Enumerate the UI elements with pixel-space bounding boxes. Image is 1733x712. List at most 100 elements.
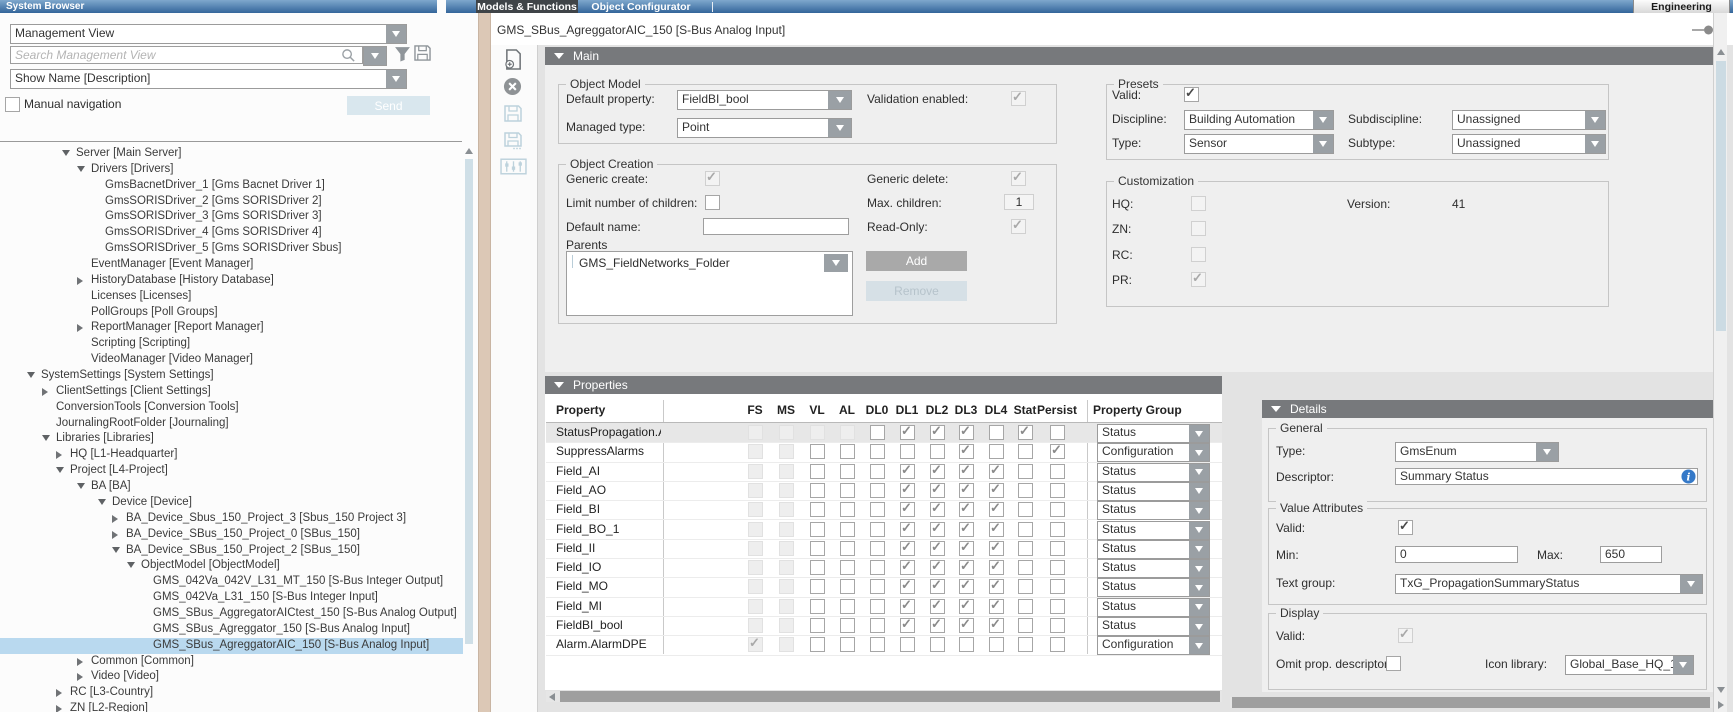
flag-checkbox-dl1[interactable] <box>900 560 915 575</box>
flag-checkbox-dl3[interactable] <box>959 541 974 556</box>
flag-checkbox-dl4[interactable] <box>989 560 1004 575</box>
tab-engineering[interactable]: Engineering <box>1633 0 1730 13</box>
expand-arrow-icon[interactable] <box>56 705 62 712</box>
flag-checkbox-stat[interactable] <box>1018 444 1033 459</box>
default-property-dropdown[interactable]: FieldBI_bool <box>677 90 852 110</box>
flag-checkbox-dl1[interactable] <box>900 637 915 652</box>
flag-checkbox-dl1[interactable] <box>900 464 915 479</box>
chevron-down-icon[interactable] <box>1313 135 1333 153</box>
omit-descriptor-checkbox[interactable] <box>1386 656 1401 671</box>
tree-item[interactable]: GmsBacnetDriver_1 [Gms Bacnet Driver 1] <box>0 178 463 194</box>
max-input[interactable]: 650 <box>1600 546 1662 563</box>
section-properties-header[interactable]: Properties <box>545 376 1222 394</box>
flag-checkbox-dl1[interactable] <box>900 502 915 517</box>
chevron-down-icon[interactable] <box>1189 560 1209 577</box>
tree-item[interactable]: Server [Main Server] <box>0 146 463 162</box>
flag-checkbox-dl2[interactable] <box>930 560 945 575</box>
type-dropdown[interactable]: Sensor <box>1184 134 1334 154</box>
tree-item[interactable]: BA_Device_Sbus_150_Project_3 [Sbus_150 P… <box>0 511 463 527</box>
flag-checkbox-persist[interactable] <box>1050 502 1065 517</box>
flag-checkbox-dl3[interactable] <box>959 560 974 575</box>
tree-item[interactable]: ZN [L2-Region] <box>0 701 463 712</box>
flag-checkbox-stat[interactable] <box>1018 579 1033 594</box>
chevron-down-icon[interactable] <box>386 25 406 43</box>
flag-checkbox-dl3[interactable] <box>959 425 974 440</box>
flag-checkbox-al[interactable] <box>840 522 855 537</box>
manual-navigation-checkbox[interactable] <box>5 97 20 112</box>
tree-item[interactable]: BA_Device_SBus_150_Project_0 [SBus_150] <box>0 527 463 543</box>
expand-arrow-icon[interactable] <box>77 277 83 285</box>
tree-item[interactable]: GMS_042Va_042V_L31_MT_150 [S-Bus Integer… <box>0 574 463 590</box>
section-details-header[interactable]: Details <box>1262 400 1713 418</box>
collapse-arrow-icon[interactable] <box>1271 406 1281 412</box>
chevron-down-icon[interactable] <box>1189 483 1209 500</box>
display-format-dropdown[interactable]: Show Name [Description] <box>10 69 407 89</box>
add-button[interactable]: Add <box>866 251 967 271</box>
flag-checkbox-stat[interactable] <box>1018 541 1033 556</box>
flag-checkbox-stat[interactable] <box>1018 599 1033 614</box>
expand-arrow-icon[interactable] <box>42 388 48 396</box>
flag-checkbox-dl2[interactable] <box>930 599 945 614</box>
expand-arrow-icon[interactable] <box>77 673 83 681</box>
flag-checkbox-al[interactable] <box>840 599 855 614</box>
flag-checkbox-vl[interactable] <box>810 618 825 633</box>
tree-item[interactable]: Licenses [Licenses] <box>0 289 463 305</box>
save-as-icon[interactable] <box>504 132 522 150</box>
flag-checkbox-al[interactable] <box>840 579 855 594</box>
flag-checkbox-persist[interactable] <box>1050 599 1065 614</box>
section-main-header[interactable]: Main <box>545 47 1713 65</box>
tree-item[interactable]: GMS_SBus_Agreggator_150 [S-Bus Analog In… <box>0 622 463 638</box>
flag-checkbox-dl0[interactable] <box>870 560 885 575</box>
chevron-down-icon[interactable] <box>1673 656 1693 674</box>
tree-item[interactable]: Common [Common] <box>0 654 463 670</box>
sliders-icon[interactable] <box>500 158 527 175</box>
property-group-dropdown[interactable]: Status <box>1097 463 1210 482</box>
collapse-arrow-icon[interactable] <box>554 53 564 59</box>
flag-checkbox-stat[interactable] <box>1018 502 1033 517</box>
flag-checkbox-dl4[interactable] <box>989 483 1004 498</box>
flag-checkbox-persist[interactable] <box>1050 425 1065 440</box>
flag-checkbox-persist[interactable] <box>1050 579 1065 594</box>
tree-item[interactable]: JournalingRootFolder [Journaling] <box>0 416 463 432</box>
tree-item[interactable]: Video [Video] <box>0 669 463 685</box>
flag-checkbox-dl4[interactable] <box>989 599 1004 614</box>
expand-arrow-icon[interactable] <box>77 324 83 332</box>
collapse-arrow-icon[interactable] <box>554 382 564 388</box>
subdiscipline-dropdown[interactable]: Unassigned <box>1452 110 1606 130</box>
scroll-up-icon[interactable] <box>1717 49 1725 55</box>
property-group-dropdown[interactable]: Status <box>1097 501 1210 520</box>
chevron-down-icon[interactable] <box>828 119 851 137</box>
expand-arrow-icon[interactable] <box>77 658 83 666</box>
flag-checkbox-dl0[interactable] <box>870 464 885 479</box>
detail-type-dropdown[interactable]: GmsEnum <box>1395 442 1559 462</box>
collapse-arrow-icon[interactable] <box>56 467 64 473</box>
chevron-down-icon[interactable] <box>1313 111 1333 129</box>
flag-checkbox-dl0[interactable] <box>870 637 885 652</box>
flag-checkbox-dl4[interactable] <box>989 444 1004 459</box>
property-group-dropdown[interactable]: Status <box>1097 521 1210 540</box>
send-button[interactable]: Send <box>347 96 430 115</box>
property-group-dropdown[interactable]: Status <box>1097 617 1210 636</box>
right-vscrollbar[interactable] <box>1713 13 1727 712</box>
va-valid-checkbox[interactable] <box>1398 520 1413 535</box>
expand-arrow-icon[interactable] <box>56 689 62 697</box>
chevron-down-icon[interactable] <box>1189 522 1209 539</box>
flag-checkbox-persist[interactable] <box>1050 560 1065 575</box>
collapse-arrow-icon[interactable] <box>62 150 70 156</box>
flag-checkbox-dl2[interactable] <box>930 541 945 556</box>
collapse-arrow-icon[interactable] <box>112 547 120 553</box>
flag-checkbox-dl2[interactable] <box>930 483 945 498</box>
tree-item[interactable]: ObjectModel [ObjectModel] <box>0 558 463 574</box>
tree-item[interactable]: ConversionTools [Conversion Tools] <box>0 400 463 416</box>
tree-item[interactable]: ClientSettings [Client Settings] <box>0 384 463 400</box>
tree-item[interactable]: Libraries [Libraries] <box>0 431 463 447</box>
flag-checkbox-dl2[interactable] <box>930 618 945 633</box>
flag-checkbox-dl3[interactable] <box>959 579 974 594</box>
collapse-arrow-icon[interactable] <box>127 562 135 568</box>
property-group-dropdown[interactable]: Status <box>1097 482 1210 501</box>
flag-checkbox-vl[interactable] <box>810 464 825 479</box>
flag-checkbox-al[interactable] <box>840 560 855 575</box>
collapse-arrow-icon[interactable] <box>77 483 85 489</box>
subtype-dropdown[interactable]: Unassigned <box>1452 134 1606 154</box>
flag-checkbox-stat[interactable] <box>1018 618 1033 633</box>
